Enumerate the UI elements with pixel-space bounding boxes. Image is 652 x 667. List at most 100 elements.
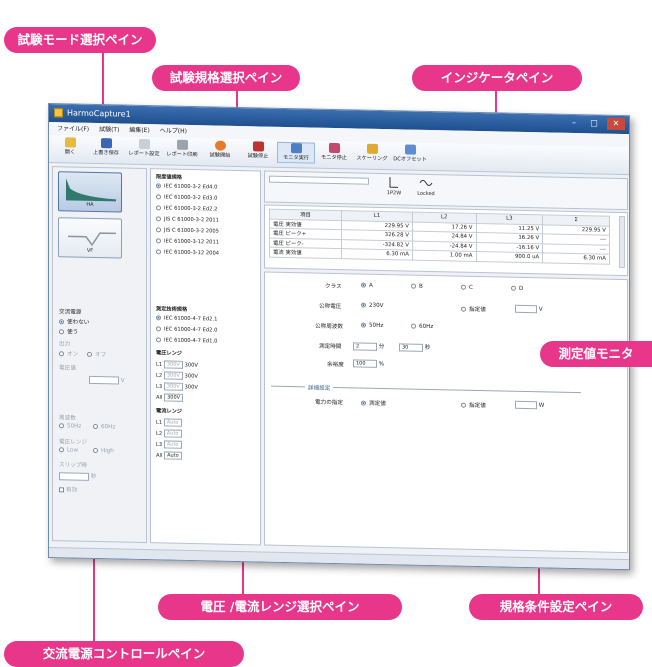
app-window: HarmoCapture1 – □ ✕ ファイル(F) 試験(T) 編集(E) … <box>48 103 630 571</box>
harm-std-option[interactable]: JIS C 61000-3-2 2011 <box>156 216 219 224</box>
vrange-all-select[interactable]: 300V <box>164 393 184 402</box>
close-icon[interactable]: ✕ <box>607 117 625 131</box>
test-start-button[interactable]: 試験開始 <box>201 140 239 160</box>
mode-ha-button[interactable]: HA <box>58 171 122 213</box>
freq-label: 周波数 <box>59 415 76 422</box>
class-b-radio[interactable]: B <box>411 283 423 290</box>
nominal-voltage-label: 公称電圧 <box>319 303 342 311</box>
menu-edit[interactable]: 編集(E) <box>129 124 149 137</box>
save-icon <box>100 138 112 149</box>
mode-select-pane: HA VF 交流電源 使わない 使う 出力 オン オフ 電圧値 V 周波数 50… <box>52 166 147 544</box>
margin-input[interactable]: 100 % <box>353 359 384 368</box>
callout-monitor-pane: 測定値モニタ <box>540 341 652 367</box>
power-spec-label: 電力の指定 <box>315 399 343 407</box>
output-off-radio[interactable]: オフ <box>87 350 106 358</box>
harm-std-option[interactable]: IEC 61000-3-12 2004 <box>156 249 219 257</box>
harm-std-option[interactable]: IEC 61000-3-2 Ed3.0 <box>156 194 217 202</box>
progress-bar <box>269 175 369 185</box>
open-button[interactable]: 開く <box>51 137 89 157</box>
test-stop-button[interactable]: 試験停止 <box>239 141 277 161</box>
meas-std-option[interactable]: IEC 61000-4-7 Ed2.1 <box>156 315 217 323</box>
vrange-title: 電圧レンジ <box>156 350 182 357</box>
callout-mode-pane: 試験モード選択ペイン <box>4 27 156 53</box>
monitor-stop-button[interactable]: モニタ停止 <box>315 142 353 163</box>
stop-icon <box>252 141 264 152</box>
vrange-select[interactable]: 300V <box>163 360 183 369</box>
wiring-icon <box>389 177 398 188</box>
hz50-radio[interactable]: 50Hz <box>59 423 81 430</box>
scaling-button[interactable]: スケーリング <box>353 143 391 163</box>
monitor-stop-icon <box>328 142 340 154</box>
report-print-button[interactable]: レポート印刷 <box>163 139 201 159</box>
report-settings-button[interactable]: レポート設定 <box>125 138 163 159</box>
class-label: クラス <box>325 283 342 291</box>
vrange-row: L2 300V 300V <box>156 371 198 380</box>
low-radio[interactable]: Low <box>59 447 78 454</box>
measure-time-label: 測定時間 <box>319 343 342 351</box>
report-settings-icon <box>138 138 150 150</box>
folder-icon <box>64 137 76 148</box>
voltage-input[interactable]: V <box>89 375 125 385</box>
high-radio[interactable]: High <box>93 447 114 454</box>
harm-std-option[interactable]: IEC 61000-3-12 2011 <box>156 238 219 246</box>
output-on-radio[interactable]: オン <box>59 349 78 358</box>
mode-vf-button[interactable]: VF <box>58 217 122 259</box>
wiring-indicator: 1P2W <box>383 176 405 196</box>
ac-on-radio[interactable]: 使う <box>59 327 78 336</box>
callout-acpower-pane: 交流電源コントロールペイン <box>4 641 244 667</box>
menu-file[interactable]: ファイル(F) <box>57 122 89 136</box>
standard-select-pane: 限度値規格 IEC 61000-3-2 Ed4.0 IEC 61000-3-2 … <box>150 168 261 546</box>
vrange-select[interactable]: 300V <box>163 371 183 380</box>
irange-select[interactable]: Auto <box>163 440 182 449</box>
harm-std-option[interactable]: JIS C 61000-3-2 2005 <box>156 227 219 235</box>
measure-time-min[interactable]: 2 分 <box>353 341 384 351</box>
app-icon <box>54 108 63 118</box>
power-measured-radio[interactable]: 測定値 <box>361 399 386 407</box>
harm-std-option[interactable]: IEC 61000-3-2 Ed2.2 <box>156 205 217 213</box>
window-title: HarmoCapture1 <box>67 108 131 119</box>
freq-50hz-radio[interactable]: 50Hz <box>361 322 383 329</box>
dc-offset-button[interactable]: DCオフセット <box>391 144 429 164</box>
menu-test[interactable]: 試験(T) <box>99 123 119 136</box>
freq-60hz-radio[interactable]: 60Hz <box>411 323 433 330</box>
measure-time-sec[interactable]: 30 秒 <box>399 342 430 352</box>
power-custom-input[interactable]: W <box>515 400 544 410</box>
wait-input[interactable]: 秒 <box>59 471 96 481</box>
hz60-radio[interactable]: 60Hz <box>93 423 115 430</box>
irange-select[interactable]: Auto <box>163 429 182 438</box>
leader-line-mode <box>102 43 104 111</box>
output-label: 出力 <box>59 341 71 348</box>
ac-off-radio[interactable]: 使わない <box>59 317 89 326</box>
callout-standard-pane: 試験規格選択ペイン <box>152 65 300 91</box>
monitor-scrollbar[interactable] <box>619 215 625 269</box>
nominal-custom-input[interactable]: V <box>515 304 543 314</box>
maximize-icon[interactable]: □ <box>585 117 603 129</box>
vrange-row: All 300V <box>156 393 184 402</box>
meas-std-option[interactable]: IEC 61000-4-7 Ed1.0 <box>156 337 217 345</box>
monitor-run-button[interactable]: モニタ実行 <box>277 141 315 164</box>
power-custom-radio[interactable]: 指定値 <box>461 401 486 409</box>
menu-help[interactable]: ヘルプ(H) <box>160 124 187 138</box>
indicator-pane: 1P2W Locked <box>264 170 628 211</box>
irange-all-select[interactable]: Auto <box>164 451 183 460</box>
harm-std-option[interactable]: IEC 61000-3-2 Ed4.0 <box>156 183 217 191</box>
class-d-radio[interactable]: D <box>511 285 523 292</box>
irange-select[interactable]: Auto <box>163 418 182 427</box>
callout-condition-pane: 規格条件設定ペイン <box>469 594 643 620</box>
nominal-custom-radio[interactable]: 指定値 <box>461 305 486 313</box>
enable-checkbox[interactable]: 有効 <box>59 485 77 494</box>
nominal-230v-radio[interactable]: 230V <box>361 302 384 309</box>
voltage-label: 電圧値 <box>59 365 76 372</box>
meas-std-title: 測定技術規格 <box>156 306 188 313</box>
save-button[interactable]: 上書き保存 <box>87 138 125 158</box>
minimize-icon[interactable]: – <box>565 117 583 129</box>
vrange-select[interactable]: 300V <box>163 382 183 391</box>
detail-settings-label: 詳細設定 <box>305 383 334 392</box>
vrange-row: L3 300V 300V <box>156 382 198 391</box>
class-c-radio[interactable]: C <box>461 284 473 291</box>
irange-row: All Auto <box>156 451 183 460</box>
class-a-radio[interactable]: A <box>361 282 373 289</box>
harmonics-icon <box>66 178 116 202</box>
meas-std-option[interactable]: IEC 61000-4-7 Ed2.0 <box>156 326 217 334</box>
vrange-row: L1 300V 300V <box>156 360 198 369</box>
